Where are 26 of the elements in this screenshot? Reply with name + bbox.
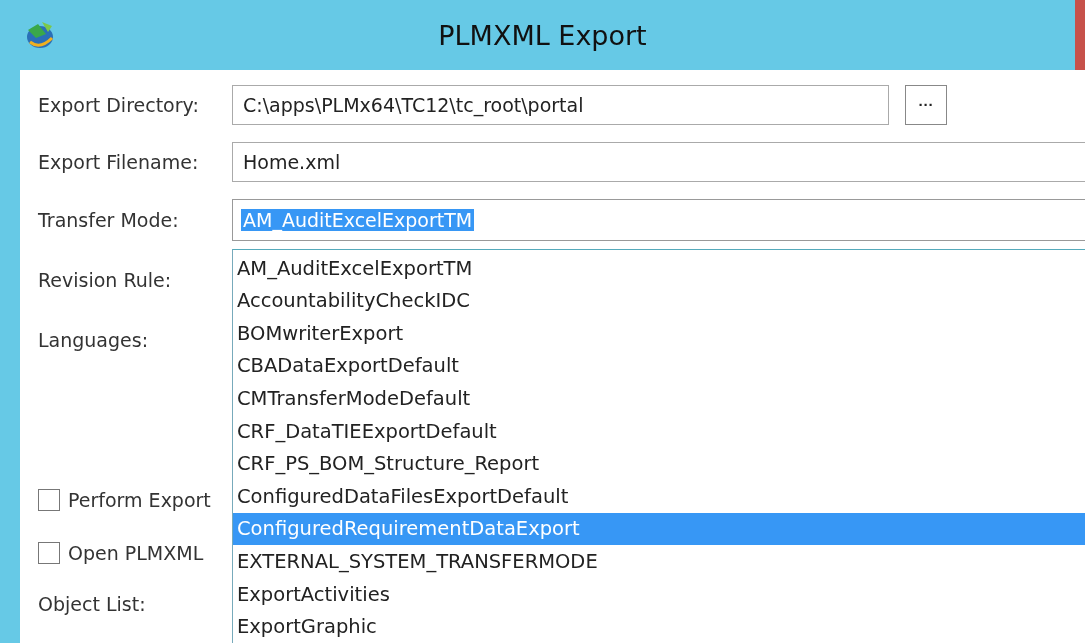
- input-field[interactable]: C:\apps\PLMx64\TC12\tc_root\portal: [232, 84, 889, 125]
- browse-button[interactable]: ···: [905, 84, 947, 125]
- field-label: Export Directory:: [37, 93, 200, 116]
- window-title: PLMXML Export: [438, 19, 647, 51]
- dropdown-option[interactable]: BOMwriterExport: [233, 317, 1085, 350]
- field-label: Transfer Mode:: [37, 209, 180, 232]
- dropdown-option[interactable]: ConfiguredDataFilesExportDefault: [233, 480, 1085, 513]
- dropdown-option[interactable]: AM_AuditExcelExportTM: [233, 251, 1085, 285]
- field-label: Revision Rule:: [38, 268, 172, 291]
- dropdown-option[interactable]: CMTransferModeDefault: [233, 382, 1085, 415]
- dropdown-option[interactable]: CBADataExportDefault: [233, 349, 1085, 383]
- app-logo-icon: [24, 20, 56, 50]
- dropdown-option[interactable]: EXTERNAL_SYSTEM_TRANSFERMODE: [233, 545, 1085, 578]
- dropdown-option[interactable]: AccountabilityCheckIDC: [233, 284, 1085, 318]
- checkbox-label: Open PLMXML: [68, 541, 204, 564]
- checkbox[interactable]: [38, 541, 60, 564]
- field-label: Object List:: [38, 592, 146, 615]
- checkbox[interactable]: [38, 488, 60, 511]
- checkbox-label: Perform Export: [68, 488, 211, 511]
- dropdown-option[interactable]: ExportGraphic: [233, 610, 1085, 643]
- input-field[interactable]: Home.xml: [232, 142, 1085, 183]
- dropdown-option[interactable]: CRF_PS_BOM_Structure_Report: [233, 447, 1085, 481]
- field-label: Languages:: [38, 328, 149, 351]
- field-label: Export Filename:: [37, 151, 200, 174]
- dropdown-option[interactable]: CRF_DataTIEExportDefault: [233, 414, 1085, 448]
- dropdown-option[interactable]: ExportActivities: [233, 577, 1085, 611]
